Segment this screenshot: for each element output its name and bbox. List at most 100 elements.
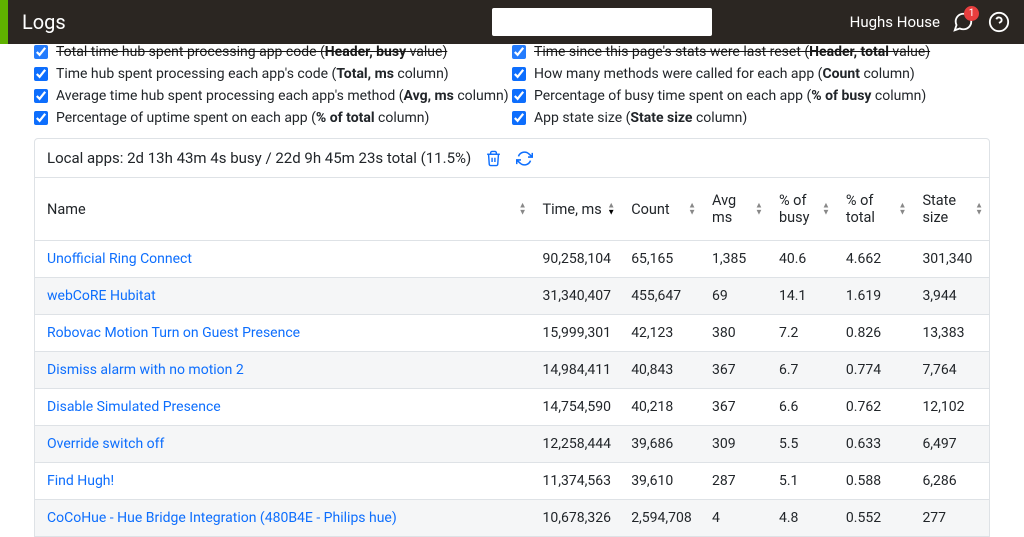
cell-time: 14,984,411 bbox=[533, 352, 622, 389]
table-row: CoCoHue - Hue Bridge Integration (480B4E… bbox=[35, 500, 989, 537]
app-link[interactable]: Find Hugh! bbox=[47, 473, 114, 489]
notification-badge: 1 bbox=[964, 6, 979, 21]
cell-name: Find Hugh! bbox=[35, 463, 533, 500]
col-total[interactable]: % of total▲▼ bbox=[836, 178, 913, 241]
app-link[interactable]: Unofficial Ring Connect bbox=[47, 251, 192, 267]
cell-name: Robovac Motion Turn on Guest Presence bbox=[35, 315, 533, 352]
cell-time: 31,340,407 bbox=[533, 278, 622, 315]
checkbox-options: Total time hub spent processing app code… bbox=[34, 44, 990, 138]
col-state[interactable]: State size▲▼ bbox=[912, 178, 989, 241]
cell-total: 0.633 bbox=[836, 426, 913, 463]
cell-time: 15,999,301 bbox=[533, 315, 622, 352]
cell-time: 90,258,104 bbox=[533, 241, 622, 278]
checkbox-input[interactable] bbox=[34, 45, 48, 59]
cell-total: 0.588 bbox=[836, 463, 913, 500]
app-link[interactable]: webCoRE Hubitat bbox=[47, 288, 156, 304]
col-busy[interactable]: % of busy▲▼ bbox=[769, 178, 836, 241]
trash-icon[interactable] bbox=[485, 150, 502, 167]
app-link[interactable]: Dismiss alarm with no motion 2 bbox=[47, 362, 244, 378]
cell-count: 39,686 bbox=[621, 426, 702, 463]
cell-count: 39,610 bbox=[621, 463, 702, 500]
cell-state: 6,497 bbox=[912, 426, 989, 463]
cell-name: CoCoHue - Hue Bridge Integration (480B4E… bbox=[35, 500, 533, 537]
checkbox-input[interactable] bbox=[34, 67, 48, 81]
cell-state: 3,944 bbox=[912, 278, 989, 315]
cell-total: 4.662 bbox=[836, 241, 913, 278]
cell-total: 0.552 bbox=[836, 500, 913, 537]
cell-busy: 40.6 bbox=[769, 241, 836, 278]
cell-busy: 4.8 bbox=[769, 500, 836, 537]
checkbox-label: App state size (State size column) bbox=[534, 110, 747, 126]
checkbox-option[interactable]: Average time hub spent processing each a… bbox=[34, 88, 512, 104]
checkbox-option[interactable]: How many methods were called for each ap… bbox=[512, 66, 990, 82]
checkbox-label: Total time hub spent processing app code… bbox=[56, 44, 447, 60]
checkbox-option[interactable]: Percentage of busy time spent on each ap… bbox=[512, 88, 990, 104]
cell-busy: 5.5 bbox=[769, 426, 836, 463]
cell-state: 301,340 bbox=[912, 241, 989, 278]
cell-state: 13,383 bbox=[912, 315, 989, 352]
col-time[interactable]: Time, ms▲▼ bbox=[533, 178, 622, 241]
checkbox-option[interactable]: Percentage of uptime spent on each app (… bbox=[34, 110, 512, 126]
checkbox-input[interactable] bbox=[512, 67, 526, 81]
cell-time: 12,258,444 bbox=[533, 426, 622, 463]
search-input[interactable] bbox=[492, 8, 712, 36]
cell-avg: 380 bbox=[702, 315, 769, 352]
checkbox-input[interactable] bbox=[512, 45, 526, 59]
checkbox-label: Time hub spent processing each app's cod… bbox=[56, 66, 449, 82]
cell-avg: 69 bbox=[702, 278, 769, 315]
cell-busy: 14.1 bbox=[769, 278, 836, 315]
col-name[interactable]: Name▲▼ bbox=[35, 178, 533, 241]
checkbox-input[interactable] bbox=[512, 111, 526, 125]
checkbox-label: How many methods were called for each ap… bbox=[534, 66, 915, 82]
checkbox-input[interactable] bbox=[34, 89, 48, 103]
table-row: Robovac Motion Turn on Guest Presence 15,… bbox=[35, 315, 989, 352]
cell-count: 65,165 bbox=[621, 241, 702, 278]
cell-busy: 6.7 bbox=[769, 352, 836, 389]
cell-state: 7,764 bbox=[912, 352, 989, 389]
cell-name: Override switch off bbox=[35, 426, 533, 463]
app-link[interactable]: Disable Simulated Presence bbox=[47, 399, 221, 415]
panel-title: Local apps: 2d 13h 43m 4s busy / 22d 9h … bbox=[47, 149, 471, 167]
cell-state: 277 bbox=[912, 500, 989, 537]
app-link[interactable]: Override switch off bbox=[47, 436, 164, 452]
cell-total: 0.774 bbox=[836, 352, 913, 389]
table-row: Disable Simulated Presence14,754,59040,2… bbox=[35, 389, 989, 426]
accent-bar bbox=[0, 0, 8, 44]
cell-count: 40,218 bbox=[621, 389, 702, 426]
table-row: Override switch off 12,258,44439,6863095.… bbox=[35, 426, 989, 463]
checkbox-input[interactable] bbox=[512, 89, 526, 103]
checkbox-option[interactable]: Total time hub spent processing app code… bbox=[34, 44, 512, 60]
checkbox-option[interactable]: Time hub spent processing each app's cod… bbox=[34, 66, 512, 82]
checkbox-input[interactable] bbox=[34, 111, 48, 125]
stats-panel: Local apps: 2d 13h 43m 4s busy / 22d 9h … bbox=[34, 138, 990, 537]
cell-name: Dismiss alarm with no motion 2 bbox=[35, 352, 533, 389]
col-avg[interactable]: Avg ms▲▼ bbox=[702, 178, 769, 241]
cell-busy: 5.1 bbox=[769, 463, 836, 500]
cell-count: 40,843 bbox=[621, 352, 702, 389]
app-link[interactable]: Robovac Motion Turn on Guest Presence bbox=[47, 325, 300, 341]
checkbox-label: Percentage of busy time spent on each ap… bbox=[534, 88, 926, 104]
cell-avg: 309 bbox=[702, 426, 769, 463]
table-row: Unofficial Ring Connect90,258,10465,1651… bbox=[35, 241, 989, 278]
cell-name: webCoRE Hubitat bbox=[35, 278, 533, 315]
cell-avg: 287 bbox=[702, 463, 769, 500]
help-icon[interactable] bbox=[986, 9, 1012, 35]
checkbox-label: Percentage of uptime spent on each app (… bbox=[56, 110, 429, 126]
cell-time: 10,678,326 bbox=[533, 500, 622, 537]
checkbox-option[interactable]: App state size (State size column) bbox=[512, 110, 990, 126]
cell-total: 0.762 bbox=[836, 389, 913, 426]
refresh-icon[interactable] bbox=[516, 150, 533, 167]
cell-busy: 7.2 bbox=[769, 315, 836, 352]
table-row: Find Hugh!11,374,56339,6102875.10.5886,2… bbox=[35, 463, 989, 500]
topbar: Logs Hughs House 1 bbox=[0, 0, 1024, 44]
col-count[interactable]: Count▲▼ bbox=[621, 178, 702, 241]
cell-avg: 367 bbox=[702, 389, 769, 426]
checkbox-option[interactable]: Time since this page's stats were last r… bbox=[512, 44, 990, 60]
messages-icon[interactable]: 1 bbox=[950, 9, 976, 35]
house-name[interactable]: Hughs House bbox=[850, 13, 940, 31]
cell-avg: 367 bbox=[702, 352, 769, 389]
cell-total: 1.619 bbox=[836, 278, 913, 315]
app-link[interactable]: CoCoHue - Hue Bridge Integration (480B4E… bbox=[47, 510, 397, 526]
page-title: Logs bbox=[22, 10, 66, 34]
checkbox-label: Time since this page's stats were last r… bbox=[534, 44, 930, 60]
